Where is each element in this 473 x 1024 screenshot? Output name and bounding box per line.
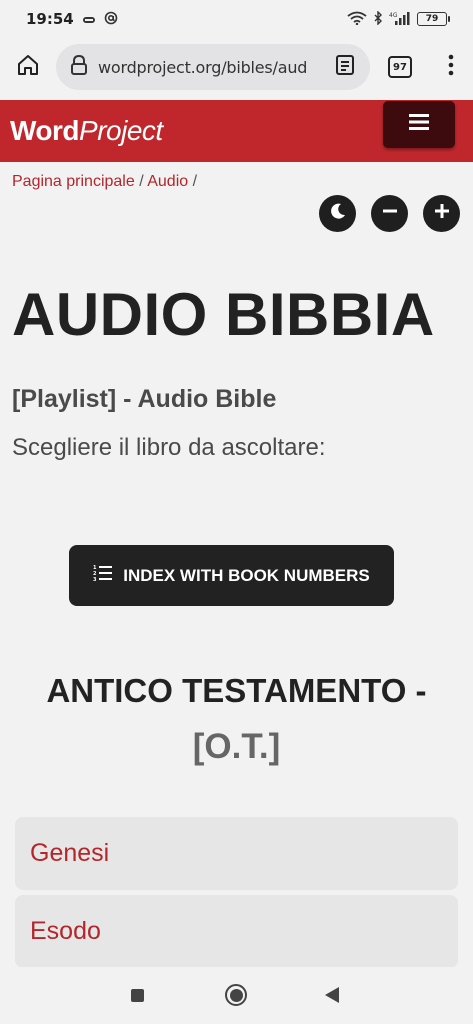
more-vert-icon <box>448 54 454 81</box>
breadcrumb: Pagina principale / Audio / <box>12 173 197 191</box>
dark-mode-button[interactable] <box>319 195 356 232</box>
site-menu-button[interactable] <box>383 101 455 148</box>
home-icon <box>16 53 40 82</box>
section-subheading: [O.T.] <box>192 727 281 766</box>
site-logo[interactable]: WordProject <box>10 115 163 147</box>
page-subtitle: [Playlist] - Audio Bible <box>12 385 277 413</box>
svg-text:4G: 4G <box>389 12 398 19</box>
url-text[interactable]: wordproject.org/bibles/aud <box>98 58 332 77</box>
back-button[interactable] <box>325 987 339 1003</box>
browser-menu-button[interactable] <box>428 54 473 81</box>
decrease-font-button[interactable] <box>371 195 408 232</box>
tab-count: 97 <box>388 56 412 78</box>
at-icon <box>104 10 118 29</box>
breadcrumb-home-link[interactable]: Pagina principale <box>12 173 135 190</box>
home-button[interactable] <box>0 38 56 96</box>
increase-font-button[interactable] <box>423 195 460 232</box>
address-bar[interactable]: wordproject.org/bibles/aud <box>56 44 370 90</box>
svg-text:3: 3 <box>93 577 97 582</box>
reader-mode-icon <box>335 54 355 81</box>
battery-indicator: 79 <box>417 12 450 26</box>
section-heading: ANTICO TESTAMENTO - <box>46 672 427 709</box>
system-nav-bar <box>0 967 473 1024</box>
instruction-text: Scegliere il libro da ascoltare: <box>12 434 326 461</box>
list-numbered-icon: 123 <box>93 564 113 587</box>
lock-icon[interactable] <box>70 54 88 81</box>
breadcrumb-separator: / <box>139 173 144 190</box>
breadcrumb-audio-link[interactable]: Audio <box>147 173 188 190</box>
site-header: WordProject <box>0 100 473 162</box>
minus-icon <box>382 203 398 224</box>
tabs-button[interactable]: 97 <box>372 56 428 78</box>
breadcrumb-separator: / <box>192 173 198 190</box>
menu-icon <box>409 114 429 135</box>
home-nav-icon <box>229 988 243 1002</box>
status-time: 19:54 <box>26 10 74 28</box>
message-icon <box>82 10 96 29</box>
index-book-numbers-button[interactable]: 123 INDEX WITH BOOK NUMBERS <box>69 545 394 606</box>
index-button-label: INDEX WITH BOOK NUMBERS <box>123 565 370 585</box>
wifi-icon <box>347 10 367 29</box>
home-nav-button[interactable] <box>225 984 247 1006</box>
recents-button[interactable] <box>131 989 144 1002</box>
bluetooth-icon <box>373 9 383 29</box>
status-bar: 19:54 4G 79 <box>0 0 473 38</box>
browser-toolbar: wordproject.org/bibles/aud 97 <box>0 38 473 96</box>
signal-icon: 4G <box>389 10 411 29</box>
moon-icon <box>329 202 347 225</box>
page-title: AUDIO BIBBIA <box>12 281 435 348</box>
reader-mode-button[interactable] <box>332 54 358 81</box>
book-item-genesi[interactable]: Genesi <box>15 817 458 890</box>
book-item-esodo[interactable]: Esodo <box>15 895 458 968</box>
plus-icon <box>434 203 450 224</box>
